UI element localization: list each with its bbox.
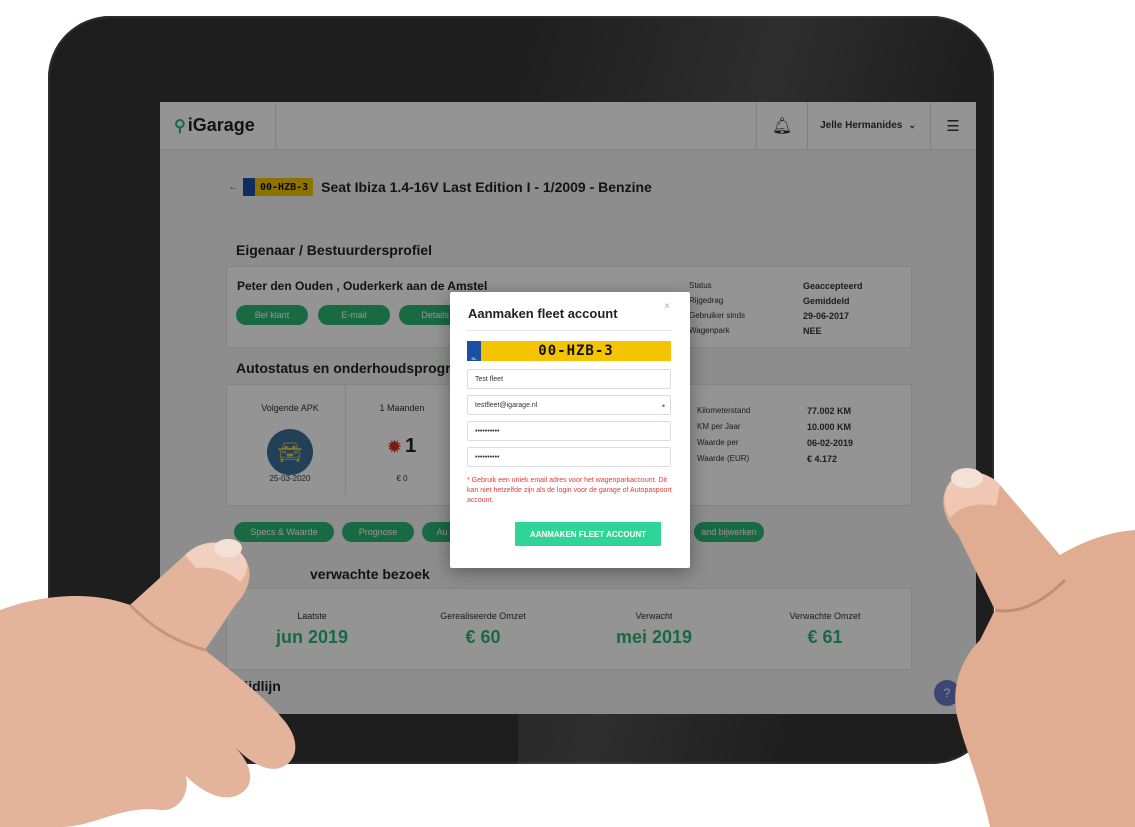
create-fleet-account-button[interactable]: AANMAKEN FLEET ACCOUNT: [515, 522, 661, 546]
email-value: testfleet@igarage.nl: [475, 401, 538, 409]
fleet-name-value: Test fleet: [475, 375, 504, 383]
password-field[interactable]: ••••••••••: [467, 421, 671, 441]
close-icon[interactable]: ×: [664, 301, 670, 312]
required-marker: •: [661, 401, 665, 411]
password-confirm-field[interactable]: ••••••••••: [467, 447, 671, 467]
modal-title: Aanmaken fleet account: [468, 306, 618, 321]
password-value: ••••••••••: [475, 427, 500, 435]
plate-number-large: 00-HZB-3: [538, 343, 614, 359]
left-hand-image: [0, 539, 296, 827]
eu-flag-icon: NL: [467, 341, 481, 361]
right-hand-image: [943, 468, 1135, 827]
fleet-name-field[interactable]: Test fleet: [467, 369, 671, 389]
email-field[interactable]: testfleet@igarage.nl •: [467, 395, 671, 415]
password-confirm-value: ••••••••••: [475, 453, 500, 461]
create-fleet-account-modal: Aanmaken fleet account × NL 00-HZB-3 Tes…: [450, 292, 690, 568]
license-plate-large: NL 00-HZB-3: [467, 341, 671, 361]
plate-country: NL: [471, 356, 477, 361]
modal-divider: [466, 330, 672, 331]
email-warning-text: * Gebruik een uniek email adres voor het…: [467, 477, 672, 504]
